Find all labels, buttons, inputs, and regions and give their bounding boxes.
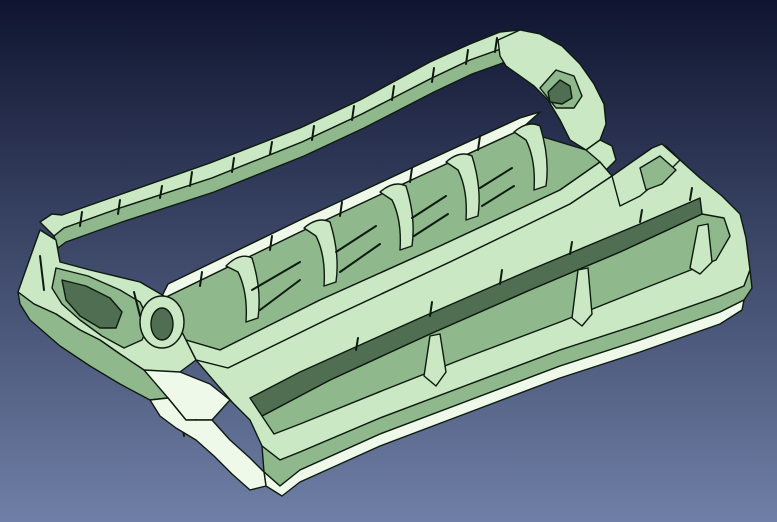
molded-tray-model[interactable] xyxy=(0,0,777,522)
3d-viewport[interactable] xyxy=(0,0,777,522)
